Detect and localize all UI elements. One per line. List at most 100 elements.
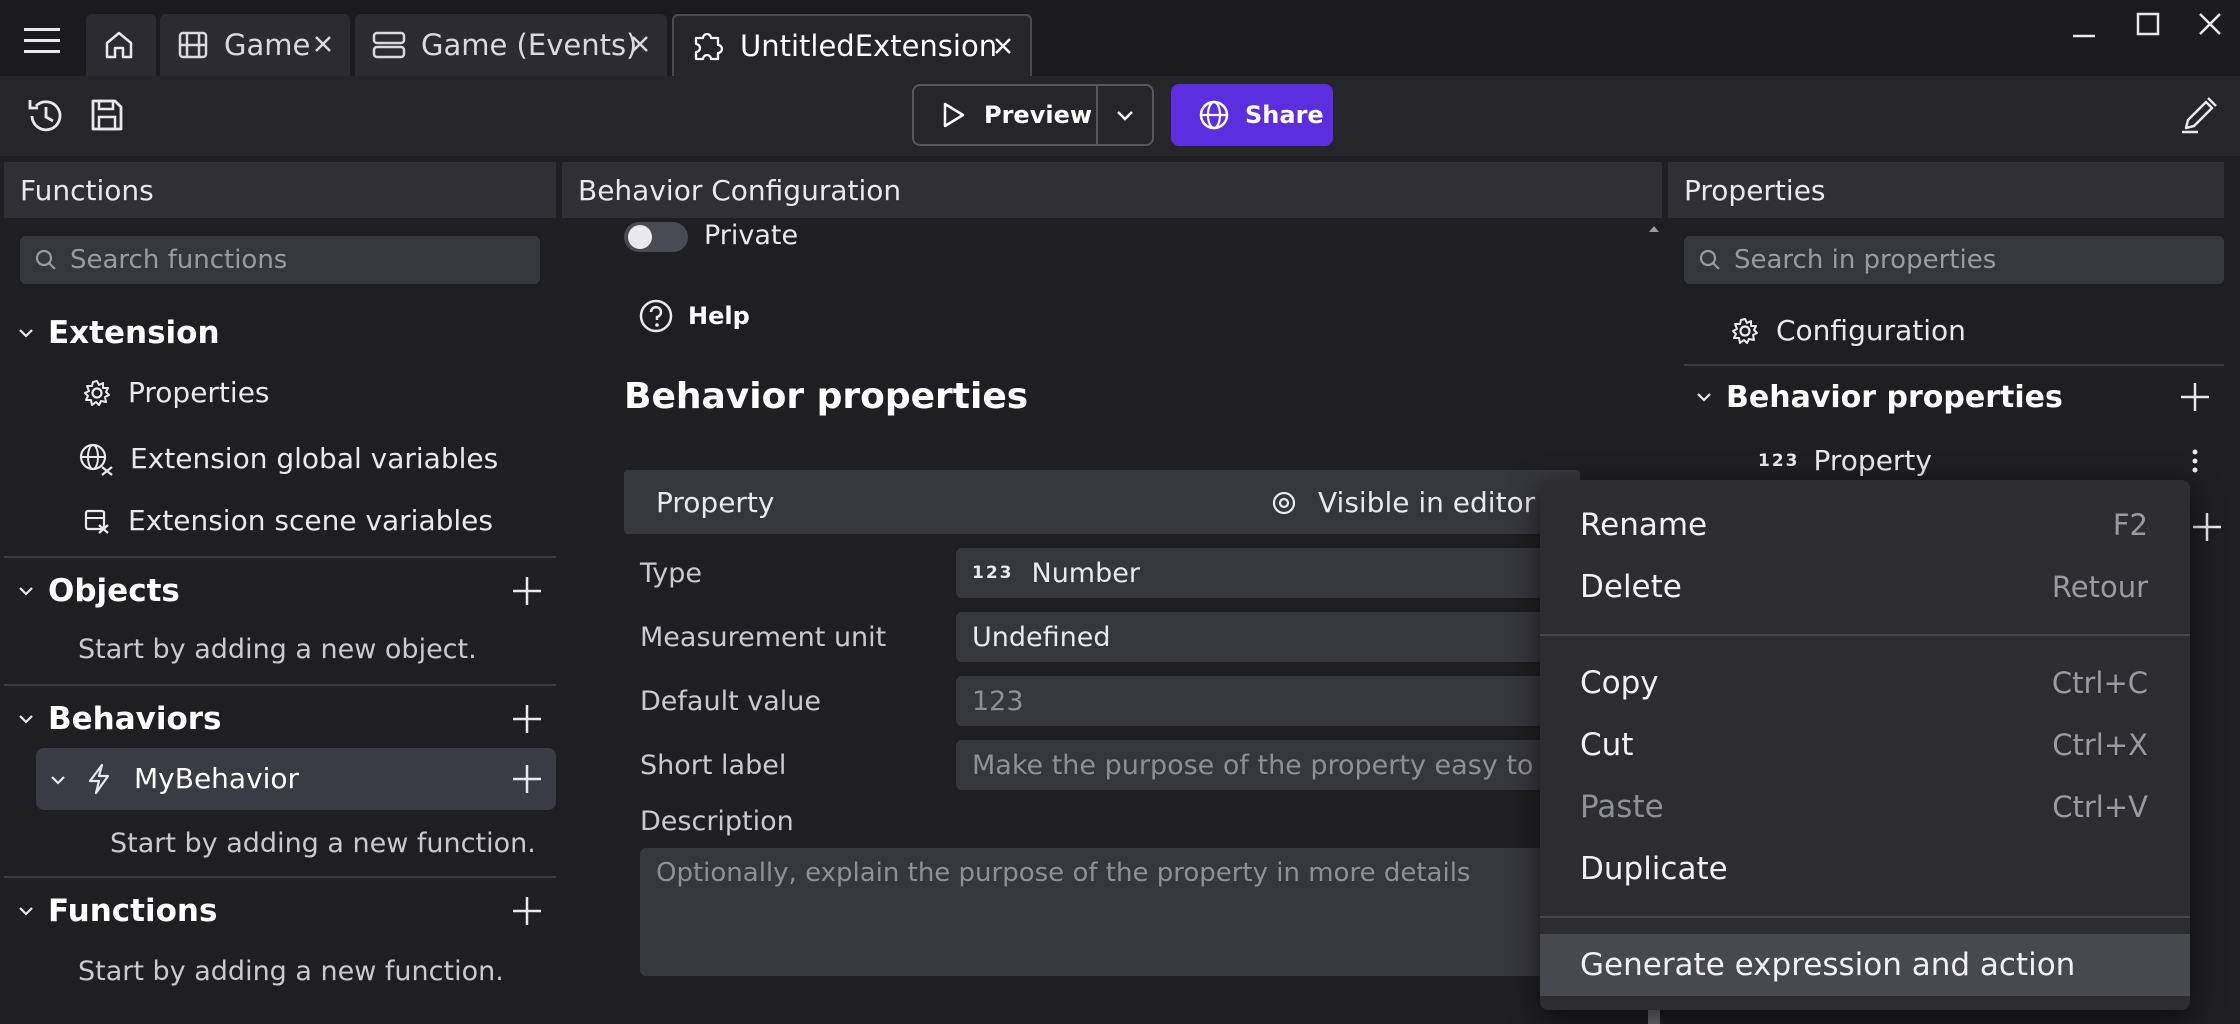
section-extension[interactable]: Extension — [4, 310, 220, 356]
title-bar: Game Game (Events) UntitledExtension — [0, 0, 2240, 76]
close-icon[interactable] — [627, 31, 653, 57]
item-label: Property — [1813, 444, 1932, 477]
section-functions[interactable]: Functions — [4, 888, 217, 934]
close-icon[interactable] — [310, 31, 336, 57]
property-header-row[interactable]: Property Visible in editor — [624, 470, 1580, 534]
menu-item-label: Generate expression and action — [1580, 947, 2076, 983]
description-textarea[interactable]: Optionally, explain the purpose of the p… — [640, 848, 1556, 976]
tab-game-events[interactable]: Game (Events) — [355, 14, 667, 76]
chevron-down-icon — [16, 901, 36, 921]
default-value-input[interactable]: 123 — [956, 676, 1556, 726]
history-icon[interactable] — [24, 94, 68, 138]
menu-item-label: Cut — [1580, 727, 1634, 763]
menu-item-duplicate[interactable]: Duplicate — [1540, 838, 2190, 900]
add-function-plus-icon[interactable] — [510, 762, 544, 796]
unit-value: Undefined — [972, 621, 1111, 653]
menu-item-delete[interactable]: Delete Retour — [1540, 556, 2190, 618]
divider — [4, 556, 556, 558]
preview-button[interactable]: Preview — [914, 86, 1098, 144]
lightning-icon — [84, 762, 114, 796]
behavior-configuration-header: Behavior Configuration — [562, 162, 1662, 218]
menu-item-shortcut: Ctrl+C — [2051, 666, 2148, 700]
default-value-placeholder: 123 — [972, 685, 1024, 717]
menu-item-label: Paste — [1580, 789, 1664, 825]
scene-variable-icon — [82, 506, 112, 536]
globe-variable-icon — [78, 440, 116, 476]
gear-icon — [82, 378, 112, 408]
edit-pencil-icon[interactable] — [2178, 94, 2220, 136]
help-button[interactable]: Help — [638, 298, 750, 334]
measurement-unit-label: Measurement unit — [640, 622, 887, 653]
property-name: Property — [656, 486, 775, 519]
property-list-item[interactable]: 123 Property — [1758, 444, 1932, 477]
section-behavior-properties[interactable]: Behavior properties — [1684, 374, 2063, 420]
extension-properties-item[interactable]: Properties — [82, 376, 270, 409]
menu-divider — [1540, 634, 2190, 636]
behavior-name: MyBehavior — [134, 762, 300, 795]
eye-icon — [1270, 490, 1298, 516]
puzzle-icon — [690, 28, 726, 64]
close-icon[interactable] — [990, 33, 1016, 59]
add-behavior-plus-icon[interactable] — [510, 702, 544, 736]
section-objects[interactable]: Objects — [4, 568, 180, 614]
search-functions-input[interactable]: Search functions — [20, 236, 540, 284]
type-select[interactable]: 123 Number — [956, 548, 1556, 598]
panel-title: Behavior Configuration — [578, 173, 902, 207]
description-placeholder: Optionally, explain the purpose of the p… — [656, 858, 1471, 888]
visibility-select[interactable]: Visible in editor — [1318, 486, 1535, 519]
add-object-plus-icon[interactable] — [510, 574, 544, 608]
behavior-properties-title: Behavior properties — [624, 376, 1029, 417]
configuration-item[interactable]: Configuration — [1730, 314, 1966, 347]
scrollbar-thumb[interactable] — [1648, 1010, 1660, 1024]
minimize-icon[interactable] — [2070, 22, 2098, 50]
tab-untitled-extension[interactable]: UntitledExtension — [672, 14, 1032, 76]
share-button[interactable]: Share — [1171, 84, 1333, 146]
menu-item-generate-expression-and-action[interactable]: Generate expression and action — [1540, 934, 2190, 996]
tab-home[interactable] — [86, 14, 156, 76]
add-plus-icon[interactable] — [2190, 510, 2224, 544]
window-close-icon[interactable] — [2196, 10, 2224, 38]
section-behaviors[interactable]: Behaviors — [4, 696, 222, 742]
private-label: Private — [704, 220, 799, 251]
search-placeholder: Search functions — [70, 245, 288, 275]
add-property-plus-icon[interactable] — [2178, 380, 2212, 414]
chevron-down-icon[interactable] — [48, 770, 68, 790]
functions-empty-text: Start by adding a new function. — [78, 956, 504, 987]
search-properties-input[interactable]: Search in properties — [1684, 236, 2224, 284]
more-vertical-icon[interactable] — [2190, 448, 2200, 474]
menu-item-cut[interactable]: Cut Ctrl+X — [1540, 714, 2190, 776]
extension-scene-variables-item[interactable]: Extension scene variables — [82, 504, 493, 537]
menu-item-shortcut: Ctrl+V — [2052, 790, 2148, 824]
section-title: Extension — [48, 315, 220, 351]
save-icon[interactable] — [88, 96, 126, 134]
measurement-unit-select[interactable]: Undefined — [956, 612, 1556, 662]
chevron-down-icon — [1694, 387, 1714, 407]
toolbar: Preview Share — [0, 76, 2240, 156]
add-function-plus-icon[interactable] — [510, 894, 544, 928]
extension-global-variables-item[interactable]: Extension global variables — [78, 440, 498, 476]
default-value-label: Default value — [640, 686, 821, 717]
type-label: Type — [640, 558, 703, 589]
events-icon — [371, 28, 407, 62]
scroll-up-icon[interactable] — [1648, 224, 1660, 234]
home-icon — [102, 28, 136, 62]
menu-item-shortcut: F2 — [2112, 508, 2148, 542]
preview-options-button[interactable] — [1098, 86, 1152, 144]
maximize-icon[interactable] — [2134, 10, 2162, 38]
functions-panel: Search functions Extension Properties Ex… — [4, 218, 556, 1024]
hamburger-menu-icon[interactable] — [24, 26, 62, 56]
menu-item-rename[interactable]: Rename F2 — [1540, 494, 2190, 556]
short-label-input[interactable]: Make the purpose of the property easy to… — [956, 740, 1556, 790]
menu-item-copy[interactable]: Copy Ctrl+C — [1540, 652, 2190, 714]
objects-empty-text: Start by adding a new object. — [78, 634, 477, 665]
private-toggle[interactable] — [624, 222, 688, 252]
chevron-down-icon — [16, 581, 36, 601]
chevron-down-icon — [1113, 103, 1137, 127]
help-label: Help — [688, 302, 750, 330]
tab-game[interactable]: Game — [160, 14, 350, 76]
menu-item-paste: Paste Ctrl+V — [1540, 776, 2190, 838]
item-label: Properties — [128, 376, 270, 409]
behavior-row-selected[interactable]: MyBehavior — [36, 748, 556, 810]
toggle-knob — [628, 225, 652, 249]
menu-item-label: Duplicate — [1580, 851, 1728, 887]
